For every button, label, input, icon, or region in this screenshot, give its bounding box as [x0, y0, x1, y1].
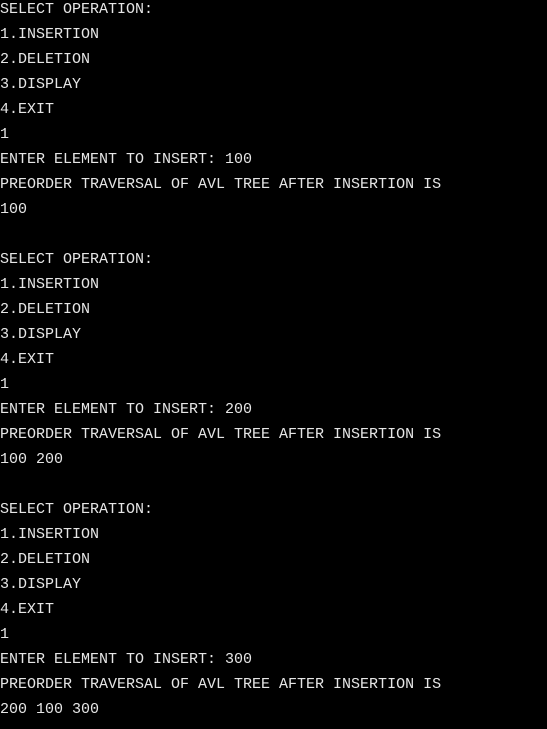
menu-option-deletion: 2.DELETION — [0, 301, 91, 318]
traversal-heading: PREORDER TRAVERSAL OF AVL TREE AFTER INS… — [0, 176, 442, 193]
insert-prompt: ENTER ELEMENT TO INSERT: 200 — [0, 401, 253, 418]
traversal-heading: PREORDER TRAVERSAL OF AVL TREE AFTER INS… — [0, 676, 442, 693]
menu-option-insertion: 1.INSERTION — [0, 526, 100, 543]
menu-option-deletion: 2.DELETION — [0, 551, 91, 568]
menu-option-exit: 4.EXIT — [0, 101, 55, 118]
menu-option-exit: 4.EXIT — [0, 601, 55, 618]
insert-prompt: ENTER ELEMENT TO INSERT: 100 — [0, 151, 253, 168]
menu-option-insertion: 1.INSERTION — [0, 26, 100, 43]
menu-prompt: SELECT OPERATION: — [0, 251, 154, 268]
menu-option-display: 3.DISPLAY — [0, 326, 82, 343]
traversal-result: 100 — [0, 201, 28, 218]
user-choice: 1 — [0, 126, 10, 143]
menu-option-display: 3.DISPLAY — [0, 76, 82, 93]
traversal-result: 100 200 — [0, 451, 64, 468]
terminal-output[interactable]: SELECT OPERATION: 1.INSERTION 2.DELETION… — [0, 0, 547, 726]
user-choice: 1 — [0, 376, 10, 393]
insert-prompt: ENTER ELEMENT TO INSERT: 300 — [0, 651, 253, 668]
traversal-result: 200 100 300 — [0, 701, 100, 718]
menu-option-deletion: 2.DELETION — [0, 51, 91, 68]
menu-option-exit: 4.EXIT — [0, 351, 55, 368]
menu-option-insertion: 1.INSERTION — [0, 276, 100, 293]
menu-prompt: SELECT OPERATION: — [0, 501, 154, 518]
menu-prompt: SELECT OPERATION: — [0, 1, 154, 18]
menu-option-display: 3.DISPLAY — [0, 576, 82, 593]
traversal-heading: PREORDER TRAVERSAL OF AVL TREE AFTER INS… — [0, 426, 442, 443]
user-choice: 1 — [0, 626, 10, 643]
